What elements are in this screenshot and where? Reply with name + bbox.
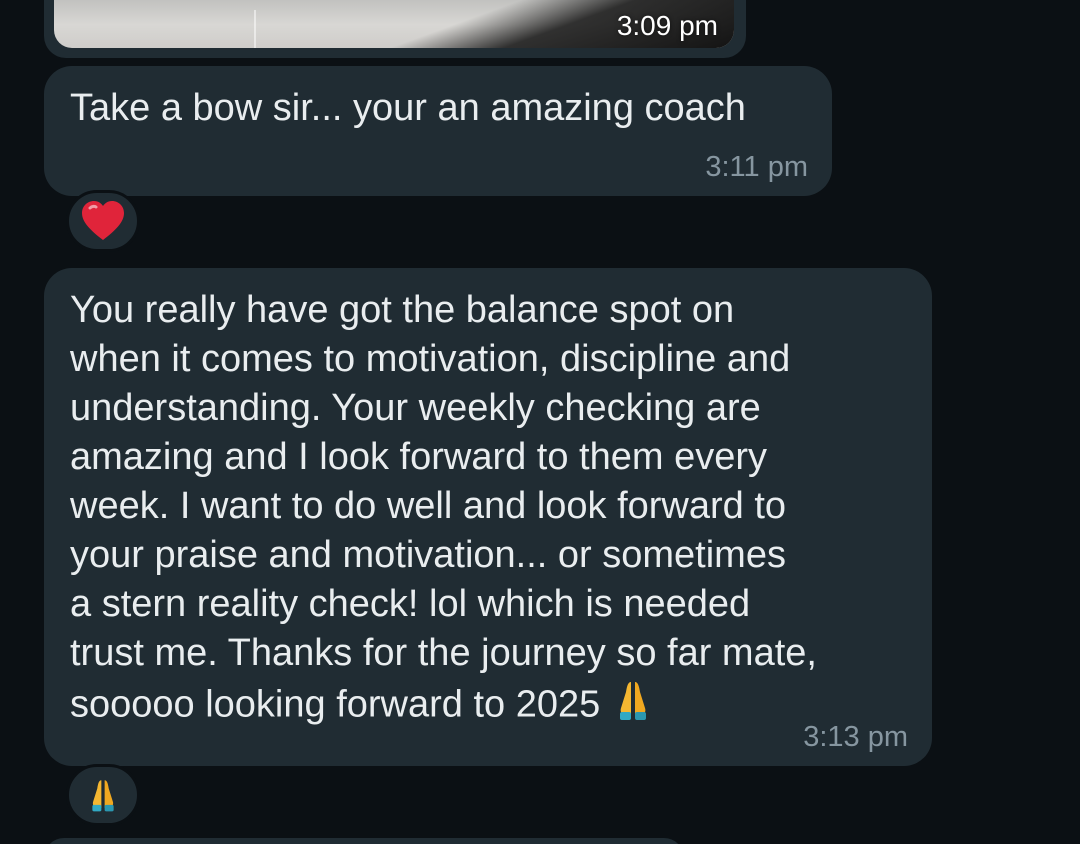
chat-conversation: 3:09 pm Take a bow sir... your an amazin… [0, 0, 1080, 844]
message-timestamp: 3:09 pm [616, 10, 718, 41]
message-text: You really have got the balance spot on … [70, 286, 817, 735]
message-text: Take a bow sir... your an amazing coach [70, 87, 746, 129]
message-reaction[interactable] [66, 190, 140, 252]
message-text-content: You really have got the balance spot on … [70, 289, 817, 726]
message-timestamp: 3:11 pm [705, 151, 808, 183]
incoming-message-bubble[interactable]: Take a bow sir... your an amazing coach … [44, 66, 832, 196]
praying-hands-icon [611, 678, 655, 735]
incoming-message-bubble[interactable]: You really have got the balance spot on … [44, 268, 932, 766]
praying-hands-icon [92, 780, 114, 812]
image-message-bubble[interactable]: 3:09 pm [44, 0, 746, 58]
incoming-message-bubble[interactable] [44, 838, 684, 844]
message-timestamp: 3:13 pm [803, 721, 908, 753]
photo-detail [254, 10, 256, 48]
message-reaction[interactable] [66, 764, 140, 826]
heart-icon [82, 201, 124, 240]
